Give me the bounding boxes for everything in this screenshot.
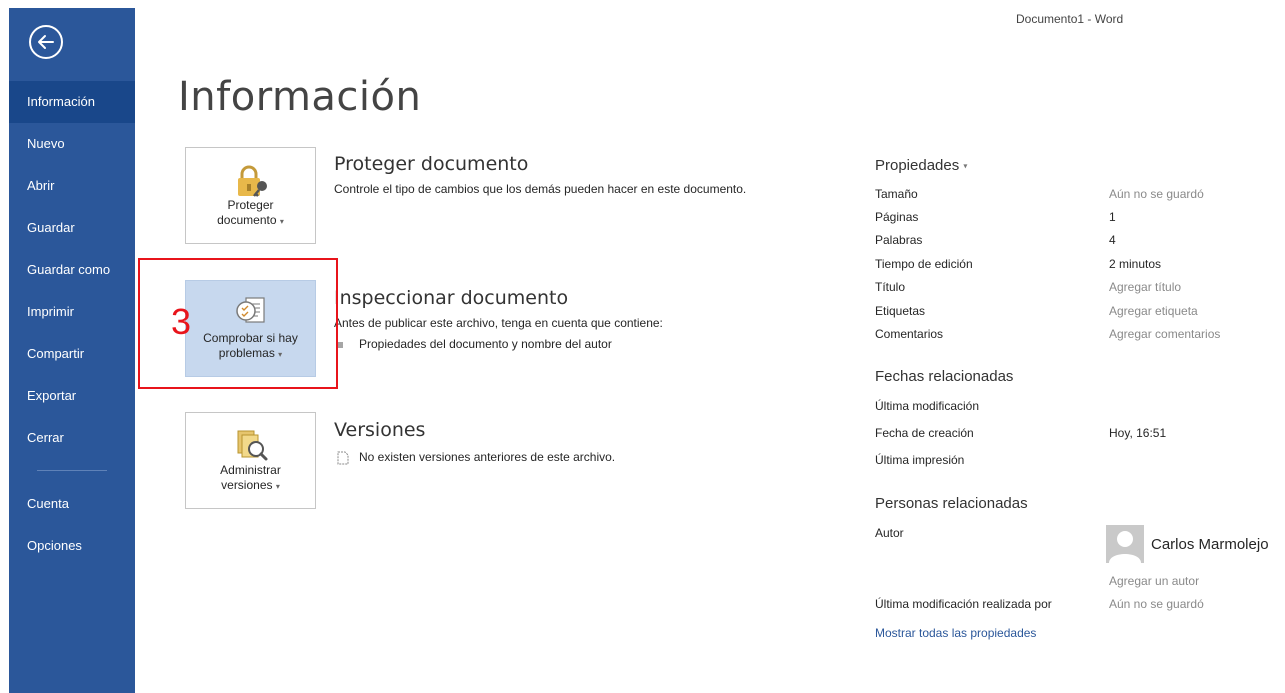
inspect-tile-line2: problemas ▾	[186, 346, 315, 362]
nav-divider	[37, 470, 107, 471]
prop-label-tags: Etiquetas	[875, 304, 926, 318]
prop-value-title-input[interactable]: Agregar título	[1109, 280, 1181, 294]
nav-abrir[interactable]: Abrir	[9, 165, 135, 207]
inspect-description: Antes de publicar este archivo, tenga en…	[334, 316, 663, 330]
prop-value-edit-time: 2 minutos	[1109, 257, 1162, 271]
inspect-document-icon	[236, 297, 265, 323]
prop-value-comments-input[interactable]: Agregar comentarios	[1109, 327, 1220, 341]
show-all-properties-link[interactable]: Mostrar todas las propiedades	[875, 626, 1036, 640]
person-silhouette-icon	[1109, 531, 1141, 563]
chevron-down-icon: ▾	[278, 350, 283, 359]
nav-informacion[interactable]: Información	[9, 81, 135, 123]
annotation-step-number: 3	[171, 301, 192, 342]
back-arrow-circle-icon	[38, 35, 54, 49]
protect-description: Controle el tipo de cambios que los demá…	[334, 182, 747, 196]
prop-label-created: Fecha de creación	[875, 426, 974, 440]
protect-tile-line2: documento ▾	[186, 213, 315, 229]
versions-description: No existen versiones anteriores de este …	[359, 450, 616, 464]
backstage-sidebar: Información Nuevo Abrir Guardar Guardar …	[9, 8, 135, 693]
nav-nuevo[interactable]: Nuevo	[9, 123, 135, 165]
chevron-down-icon: ▾	[279, 217, 284, 226]
related-dates-heading: Fechas relacionadas	[875, 368, 1014, 385]
back-button[interactable]	[29, 25, 63, 59]
versions-tile-line2-text: versiones	[221, 478, 273, 492]
prop-value-last-modified-by: Aún no se guardó	[1109, 597, 1204, 611]
check-for-issues-button[interactable]: Comprobar si hay problemas ▾	[185, 280, 316, 377]
protect-tile-label: Proteger documento ▾	[186, 198, 315, 229]
word-backstage-info: Información Nuevo Abrir Guardar Guardar …	[0, 0, 1285, 693]
nav-cerrar[interactable]: Cerrar	[9, 417, 135, 459]
chevron-down-icon: ▾	[963, 161, 968, 171]
inspect-tile-line1: Comprobar si hay	[203, 331, 298, 345]
backstage-nav: Información Nuevo Abrir Guardar Guardar …	[9, 81, 135, 567]
nav-imprimir[interactable]: Imprimir	[9, 291, 135, 333]
versions-tile-line1: Administrar	[220, 463, 281, 477]
protect-heading: Proteger documento	[334, 153, 529, 175]
protect-tile-line2-text: documento	[217, 213, 277, 227]
manage-versions-icon	[237, 430, 268, 461]
document-outline-icon	[337, 451, 349, 465]
nav-guardar[interactable]: Guardar	[9, 207, 135, 249]
prop-label-pages: Páginas	[875, 210, 919, 224]
prop-value-tags-input[interactable]: Agregar etiqueta	[1109, 304, 1198, 318]
inspect-tile-label: Comprobar si hay problemas ▾	[186, 331, 315, 362]
page-title: Información	[178, 74, 422, 120]
properties-heading-text: Propiedades	[875, 157, 960, 174]
manage-versions-button[interactable]: Administrar versiones ▾	[185, 412, 316, 509]
protect-tile-line1: Proteger	[227, 198, 274, 212]
versions-tile-line2: versiones ▾	[186, 478, 315, 494]
versions-description-row: No existen versiones anteriores de este …	[337, 450, 615, 465]
prop-label-author: Autor	[875, 526, 904, 540]
prop-value-created: Hoy, 16:51	[1109, 426, 1167, 440]
lock-key-icon	[238, 165, 267, 197]
inspect-bullet: Propiedades del documento y nombre del a…	[337, 337, 612, 351]
properties-heading[interactable]: Propiedades ▾	[875, 157, 967, 174]
prop-label-title: Título	[875, 280, 906, 294]
chevron-down-icon: ▾	[275, 482, 280, 491]
add-author-input[interactable]: Agregar un autor	[1109, 574, 1199, 588]
prop-value-words: 4	[1109, 233, 1116, 247]
inspect-heading: Inspeccionar documento	[334, 287, 569, 309]
prop-label-words: Palabras	[875, 233, 923, 247]
window-title: Documento1 - Word	[1016, 12, 1124, 26]
author-name[interactable]: Carlos Marmolejo	[1151, 536, 1269, 553]
prop-label-last-modified: Última modificación	[875, 399, 980, 413]
nav-exportar[interactable]: Exportar	[9, 375, 135, 417]
prop-value-pages: 1	[1109, 210, 1116, 224]
prop-label-edit-time: Tiempo de edición	[875, 257, 973, 271]
prop-label-comments: Comentarios	[875, 327, 944, 341]
related-people-heading: Personas relacionadas	[875, 495, 1028, 512]
nav-cuenta[interactable]: Cuenta	[9, 483, 135, 525]
inspect-tile-line2-text: problemas	[218, 346, 275, 360]
nav-opciones[interactable]: Opciones	[9, 525, 135, 567]
prop-value-size: Aún no se guardó	[1109, 187, 1204, 201]
versions-tile-label: Administrar versiones ▾	[186, 463, 315, 494]
versions-heading: Versiones	[334, 419, 426, 441]
inspect-bullet-text: Propiedades del documento y nombre del a…	[359, 337, 612, 351]
prop-label-size: Tamaño	[875, 187, 918, 201]
author-avatar[interactable]	[1106, 525, 1144, 563]
prop-label-last-modified-by: Última modificación realizada por	[875, 597, 1052, 611]
protect-document-button[interactable]: Proteger documento ▾	[185, 147, 316, 244]
bullet-square-icon	[337, 341, 343, 348]
prop-label-last-printed: Última impresión	[875, 453, 965, 467]
nav-compartir[interactable]: Compartir	[9, 333, 135, 375]
nav-guardar-como[interactable]: Guardar como	[9, 249, 135, 291]
